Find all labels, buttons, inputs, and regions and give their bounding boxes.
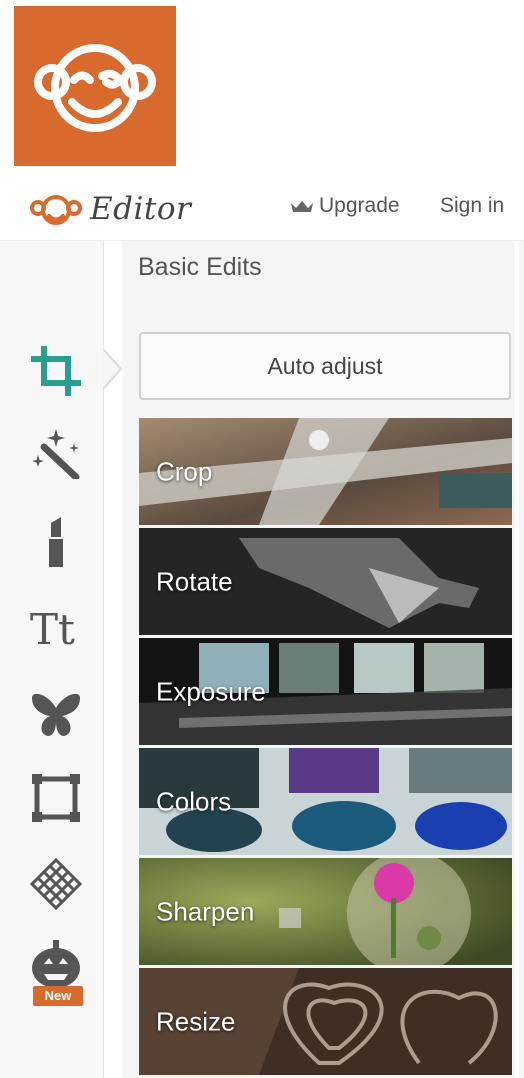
- monkey-logo-icon: [34, 44, 156, 132]
- active-pointer-icon: [103, 349, 123, 389]
- rail-item-touch-up[interactable]: [30, 515, 82, 567]
- tool-label: Rotate: [156, 566, 233, 596]
- rail-item-frames[interactable]: [30, 772, 82, 824]
- pumpkin-icon: [32, 940, 80, 988]
- magic-wand-icon: [32, 429, 80, 481]
- tool-tile-colors[interactable]: Colors: [139, 748, 512, 855]
- crop-icon: [31, 346, 81, 396]
- tool-tile-exposure[interactable]: Exposure: [139, 638, 512, 745]
- tool-tile-crop[interactable]: Crop: [139, 418, 512, 525]
- frame-icon: [32, 774, 80, 822]
- scroll-edge: [515, 241, 519, 1078]
- brand-wordmark: Editor: [90, 191, 192, 227]
- tool-tile-resize[interactable]: Resize: [139, 968, 512, 1075]
- tool-tile-sharpen[interactable]: Sharpen: [139, 858, 512, 965]
- sign-in-link[interactable]: Sign in: [440, 194, 504, 218]
- crown-icon: [291, 201, 313, 212]
- text-icon: Tt: [30, 605, 75, 654]
- rail-item-text[interactable]: Tt: [30, 600, 82, 654]
- rail-item-effects[interactable]: [30, 427, 82, 481]
- auto-adjust-button[interactable]: Auto adjust: [139, 332, 511, 400]
- tool-label: Resize: [156, 1006, 236, 1036]
- app-logo: [14, 6, 176, 166]
- rail-item-textures[interactable]: [29, 857, 83, 911]
- brand[interactable]: Editor: [26, 188, 191, 230]
- rail-item-seasonal[interactable]: [30, 938, 82, 990]
- rail-item-crop[interactable]: [30, 345, 82, 397]
- tool-label: Sharpen: [156, 896, 255, 926]
- upgrade-label: Upgrade: [319, 194, 400, 217]
- lipstick-icon: [49, 517, 63, 567]
- rail-item-overlays[interactable]: [30, 688, 82, 740]
- texture-icon: [29, 857, 83, 911]
- svg-text:Tt: Tt: [30, 605, 75, 652]
- top-bar: Editor Upgrade Sign in: [0, 178, 524, 241]
- new-badge: New: [33, 986, 83, 1006]
- tool-tile-rotate[interactable]: Rotate: [139, 528, 512, 635]
- tool-label: Exposure: [156, 676, 266, 706]
- butterfly-icon: [32, 693, 80, 736]
- tool-label: Colors: [156, 786, 232, 816]
- tool-label: Crop: [156, 456, 213, 486]
- upgrade-link[interactable]: Upgrade: [290, 194, 400, 218]
- monkey-brand-icon: [30, 195, 82, 225]
- panel-title: Basic Edits: [138, 253, 262, 281]
